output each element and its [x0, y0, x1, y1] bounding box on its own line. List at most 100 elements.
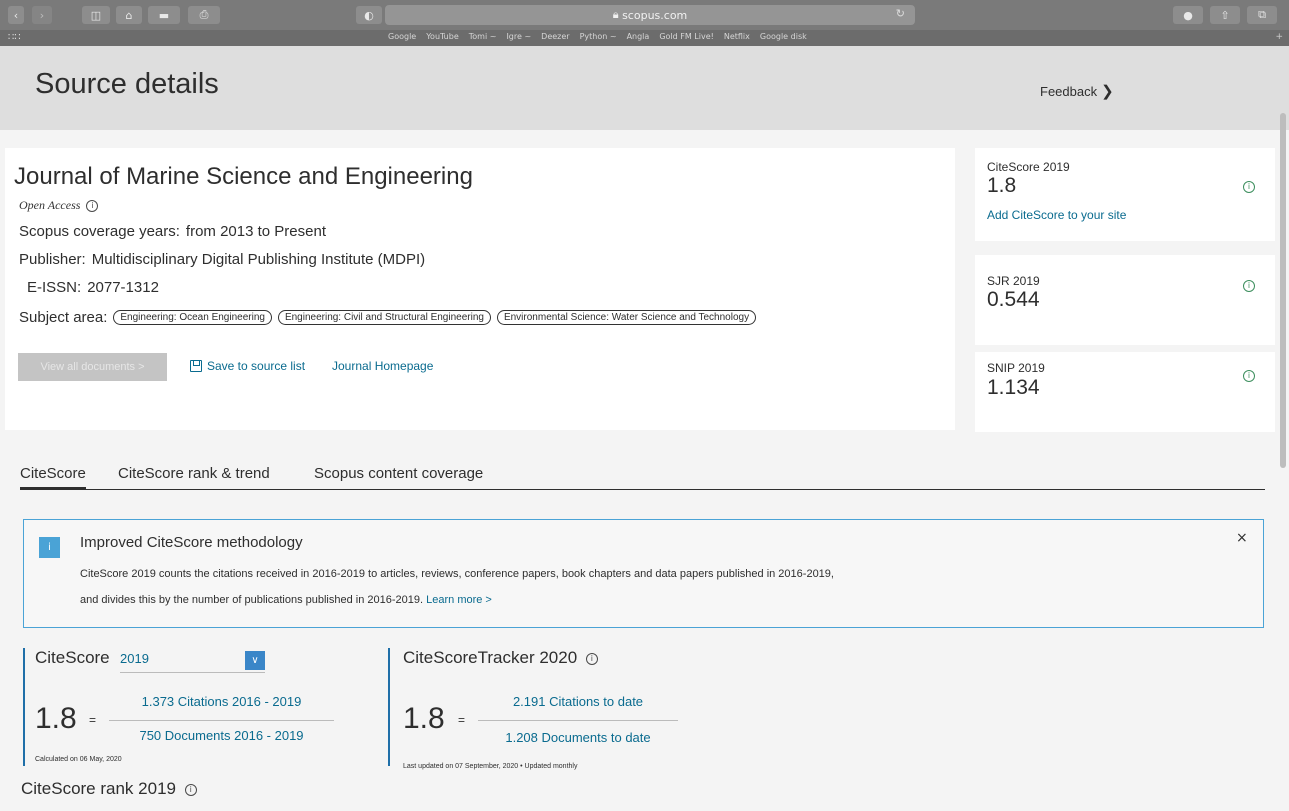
bookmark-item[interactable]: Angla	[627, 32, 650, 41]
save-to-source-list-link[interactable]: Save to source list	[190, 359, 305, 373]
bookmark-item[interactable]: YouTube	[426, 32, 459, 41]
add-citescore-link[interactable]: Add CiteScore to your site	[987, 208, 1126, 222]
apps-grid-icon[interactable]: ∷∷	[8, 32, 21, 43]
tab-citescore-rank-trend[interactable]: CiteScore rank & trend	[118, 465, 270, 482]
tracker-value: 1.8	[403, 702, 445, 735]
chevron-right-icon: ❯	[1101, 83, 1114, 100]
tracker-heading: CiteScoreTracker 2020 i	[403, 648, 598, 668]
fraction-line	[109, 720, 334, 721]
rank-heading-text: CiteScore rank 2019	[21, 779, 176, 798]
equals-sign: =	[89, 713, 97, 727]
tab-scopus-content-coverage[interactable]: Scopus content coverage	[314, 465, 483, 482]
citations-link[interactable]: 1.373 Citations 2016 - 2019	[109, 694, 334, 709]
publisher-value: Multidisciplinary Digital Publishing Ins…	[91, 251, 426, 268]
print-icon[interactable]: ⎙	[188, 6, 220, 24]
calculated-note: Calculated on 06 May, 2020	[35, 756, 122, 763]
info-badge-icon: i	[39, 537, 60, 558]
lock-icon: 🔒︎	[612, 8, 623, 21]
journal-info-card: Journal of Marine Science and Engineerin…	[5, 148, 955, 430]
citescore-value: 1.8	[987, 174, 1017, 197]
year-value: 2019	[120, 651, 149, 666]
subject-chip[interactable]: Engineering: Civil and Structural Engine…	[277, 310, 491, 325]
citescore-calculation: CiteScore 2019 ∨ 1.8 = 1.373 Citations 2…	[23, 648, 373, 766]
browser-toolbar: ‹ › ◫ ⌂ ▬ ⎙ ◐ 🔒︎ scopus.com ↻ ● ⇧ ⧉	[0, 0, 1289, 30]
bookmark-item[interactable]: Netflix	[724, 32, 750, 41]
save-icon	[190, 360, 202, 372]
home-icon[interactable]: ⌂	[116, 6, 142, 24]
bookmarks-bar: ∷∷ Google YouTube Tomi ~ Igre ~ Deezer P…	[0, 30, 1289, 46]
notice-text: CiteScore 2019 counts the citations rece…	[80, 561, 840, 613]
feedback-link[interactable]: Feedback ❯	[1040, 82, 1114, 100]
documents-link[interactable]: 750 Documents 2016 - 2019	[109, 728, 334, 743]
fraction-line	[478, 720, 678, 721]
view-all-documents-button[interactable]: View all documents >	[18, 353, 167, 381]
citescore-label: CiteScore 2019	[987, 160, 1070, 174]
bookmark-item[interactable]: Google disk	[760, 32, 807, 41]
citescore-card: CiteScore 2019 1.8 i Add CiteScore to yo…	[975, 148, 1275, 241]
page-header: Source details Feedback ❯	[0, 46, 1289, 130]
tracker-citations-link[interactable]: 2.191 Citations to date	[478, 694, 678, 709]
tabs-icon[interactable]: ⧉	[1247, 6, 1277, 24]
eissn-label: E-ISSN:	[27, 279, 82, 296]
info-icon[interactable]: i	[1243, 370, 1255, 382]
address-bar[interactable]: 🔒︎ scopus.com ↻	[385, 5, 915, 25]
info-icon[interactable]: i	[1243, 280, 1255, 292]
coverage-value: from 2013 to Present	[185, 223, 326, 240]
notice-title: Improved CiteScore methodology	[80, 534, 303, 551]
info-icon[interactable]: i	[1243, 181, 1255, 193]
metric-tabs: CiteScore CiteScore rank & trend Scopus …	[20, 463, 1265, 490]
equals-sign: =	[458, 713, 466, 727]
reader-icon[interactable]: ▬	[148, 6, 180, 24]
bookmark-item[interactable]: Google	[388, 32, 416, 41]
subject-chip[interactable]: Environmental Science: Water Science and…	[496, 310, 757, 325]
tracker-documents-link[interactable]: 1.208 Documents to date	[478, 730, 678, 745]
eissn-line: E-ISSN: 2077-1312	[27, 279, 159, 296]
sidebar-icon[interactable]: ◫	[82, 6, 110, 24]
sjr-card: SJR 2019 0.544 i	[975, 255, 1275, 345]
bookmark-item[interactable]: Tomi ~	[469, 32, 497, 41]
bookmark-list: Google YouTube Tomi ~ Igre ~ Deezer Pyth…	[388, 32, 807, 41]
extension-icon[interactable]: ●	[1173, 6, 1203, 24]
subject-label: Subject area:	[19, 309, 108, 326]
coverage-label: Scopus coverage years:	[19, 223, 180, 240]
info-icon[interactable]: i	[86, 200, 99, 213]
reload-icon[interactable]: ↻	[896, 7, 905, 20]
share-icon[interactable]: ⇧	[1210, 6, 1240, 24]
forward-icon[interactable]: ›	[32, 6, 52, 24]
citescore-heading: CiteScore	[35, 648, 110, 667]
bookmark-item[interactable]: Igre ~	[506, 32, 531, 41]
close-icon[interactable]: ×	[1236, 530, 1248, 546]
page-scrollbar[interactable]	[1280, 113, 1286, 468]
year-select[interactable]: 2019 ∨	[120, 651, 265, 673]
learn-more-link[interactable]: Learn more >	[426, 594, 492, 606]
subject-area-line: Subject area: Engineering: Ocean Enginee…	[19, 309, 757, 326]
methodology-notice: i Improved CiteScore methodology CiteSco…	[23, 519, 1264, 628]
add-bookmark-icon[interactable]: +	[1275, 32, 1283, 42]
info-icon[interactable]: i	[184, 783, 197, 796]
info-icon[interactable]: i	[585, 652, 598, 665]
tracker-note: Last updated on 07 September, 2020 • Upd…	[403, 763, 578, 770]
tracker-heading-text: CiteScoreTracker 2020	[403, 648, 578, 667]
citescore-rank-heading: CiteScore rank 2019 i	[21, 779, 197, 799]
citescore-tracker: CiteScoreTracker 2020 i 1.8 = 2.191 Cita…	[388, 648, 768, 770]
bookmark-item[interactable]: Python ~	[580, 32, 617, 41]
snip-card: SNIP 2019 1.134 i	[975, 352, 1275, 432]
page-title: Source details	[35, 68, 219, 100]
back-icon[interactable]: ‹	[8, 6, 24, 24]
bookmark-item[interactable]: Gold FM Live!	[659, 32, 714, 41]
sjr-value: 0.544	[987, 288, 1040, 311]
feedback-label: Feedback	[1040, 84, 1098, 99]
open-access-label: Open Access i	[19, 198, 99, 213]
bookmark-item[interactable]: Deezer	[541, 32, 569, 41]
subject-chip[interactable]: Engineering: Ocean Engineering	[113, 310, 272, 325]
chevron-down-icon: ∨	[245, 651, 265, 670]
shield-icon[interactable]: ◐	[356, 6, 382, 24]
citescore-calc-value: 1.8	[35, 702, 77, 735]
publisher-line: Publisher: Multidisciplinary Digital Publ…	[19, 251, 425, 268]
snip-label: SNIP 2019	[987, 361, 1045, 375]
tab-citescore[interactable]: CiteScore	[20, 465, 86, 490]
open-access-text: Open Access	[19, 198, 81, 212]
sjr-label: SJR 2019	[987, 274, 1040, 288]
journal-homepage-link[interactable]: Journal Homepage	[332, 359, 433, 373]
journal-title: Journal of Marine Science and Engineerin…	[14, 163, 473, 190]
